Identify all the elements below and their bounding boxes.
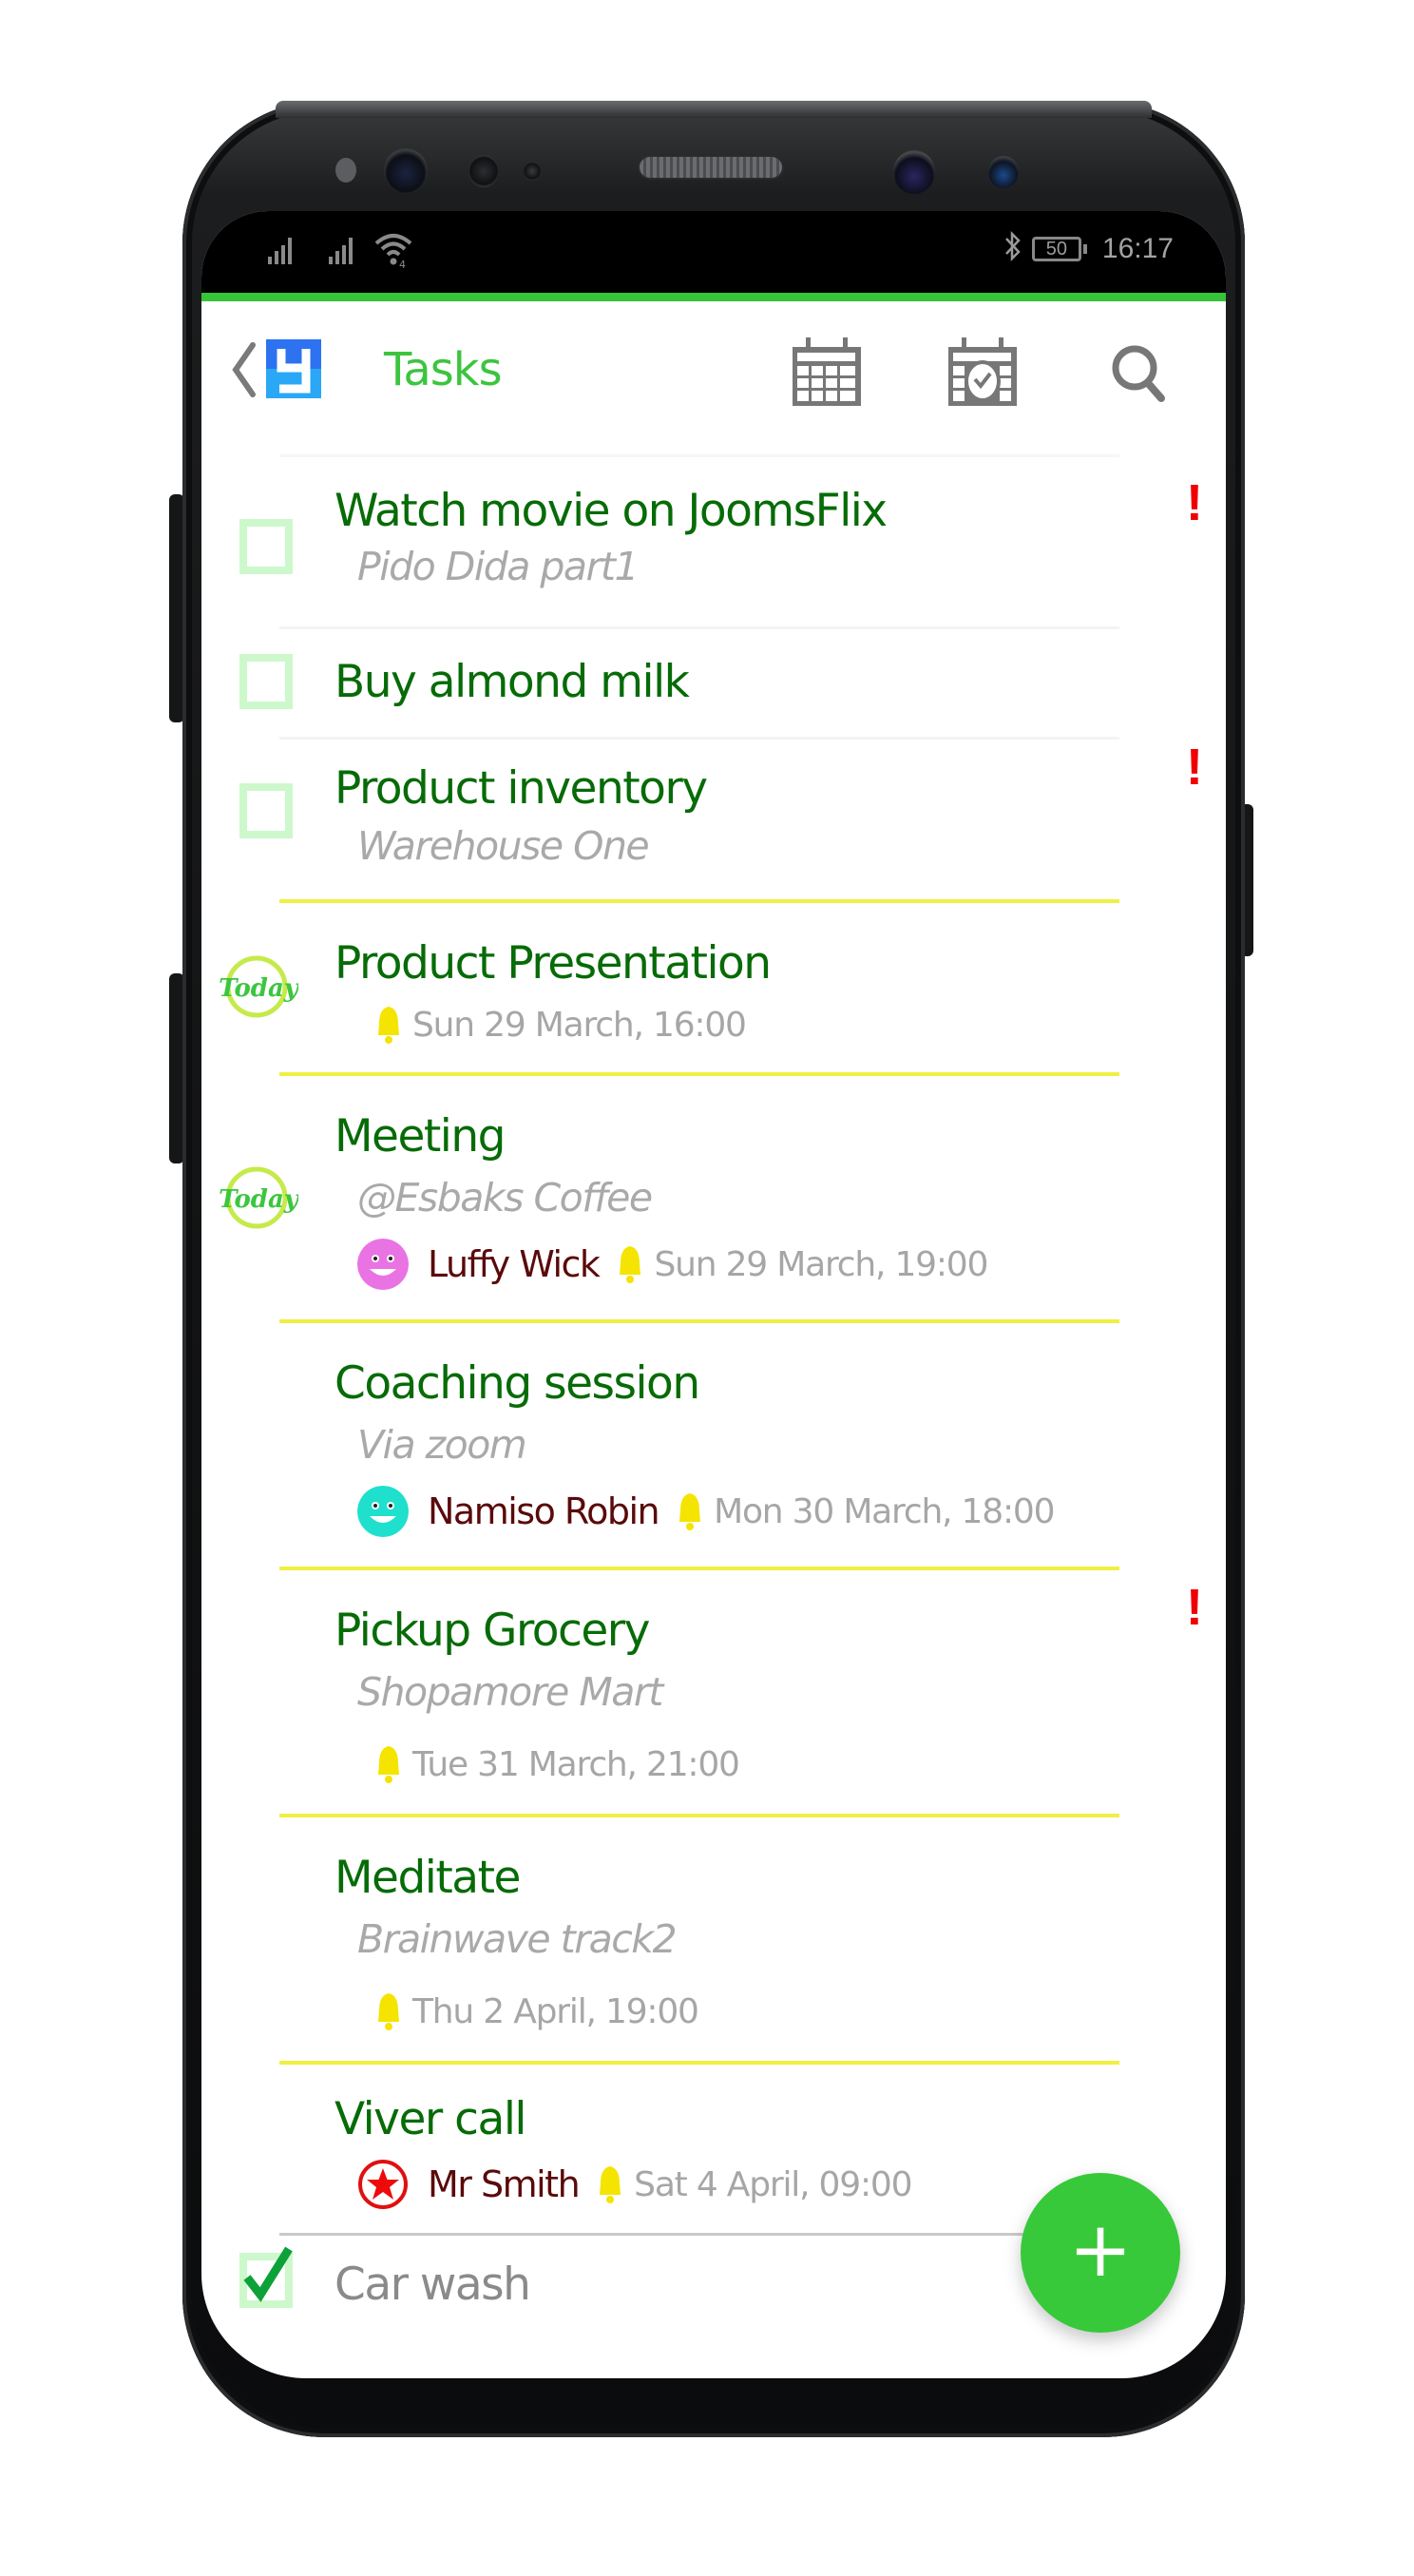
calendar-clock-icon[interactable]	[945, 336, 1021, 412]
front-camera	[893, 150, 935, 194]
reminder-time: Mon 30 March, 18:00	[714, 1491, 1055, 1531]
status-time: 16:17	[1101, 233, 1174, 264]
task-checkbox[interactable]	[239, 519, 293, 574]
proximity-sensor	[335, 158, 356, 183]
bluetooth-icon	[1003, 229, 1022, 270]
task-item[interactable]: Product inventory Warehouse One !	[201, 740, 1226, 903]
task-checkbox[interactable]	[239, 783, 293, 838]
task-meta: Mr Smith Sat 4 April, 09:00	[357, 2158, 913, 2211]
teal-smiley-icon	[357, 1486, 409, 1537]
bell-icon	[620, 1246, 641, 1283]
task-note: Pido Dida part1	[357, 544, 640, 589]
bell-icon	[679, 1493, 701, 1530]
reminder-time: Thu 2 April, 19:00	[412, 1991, 699, 2031]
phone-screen: 4 50 16:17 Tasks Watch movie on JoomsFli…	[201, 211, 1226, 2378]
page-title: Tasks	[384, 343, 503, 396]
reminder-time: Sun 29 March, 16:00	[412, 1005, 747, 1045]
phone-top-rim	[276, 101, 1152, 118]
status-bar: 4 50 16:17	[201, 211, 1226, 293]
bell-icon	[378, 1007, 399, 1044]
chevron-left-icon[interactable]	[228, 339, 260, 400]
task-title: Watch movie on JoomsFlix	[334, 485, 888, 537]
task-checkbox-checked[interactable]	[239, 2246, 293, 2308]
task-title: Buy almond milk	[334, 656, 690, 708]
bell-icon	[600, 2166, 621, 2203]
checkmark-icon	[243, 2246, 293, 2302]
battery-icon: 50	[1031, 237, 1087, 261]
status-right: 50 16:17	[1003, 230, 1174, 268]
priority-icon: !	[1186, 739, 1203, 796]
task-checkbox[interactable]	[239, 654, 293, 709]
search-icon[interactable]	[1102, 336, 1178, 412]
task-meta: Thu 2 April, 19:00	[369, 1985, 699, 2038]
accent-stripe	[201, 293, 1226, 301]
app-bar: Tasks	[201, 301, 1226, 444]
wifi-icon: 4	[374, 234, 412, 268]
battery-level: 50	[1045, 239, 1068, 260]
task-note: Warehouse One	[357, 823, 650, 869]
red-star-icon	[358, 2160, 408, 2209]
task-meta: Tue 31 March, 21:00	[369, 1738, 740, 1791]
priority-icon: !	[1186, 1579, 1203, 1636]
task-item[interactable]: Today Product Presentation Sun 29 March,…	[201, 903, 1226, 1076]
add-task-button[interactable]: +	[1021, 2173, 1180, 2333]
iris-camera	[384, 148, 428, 194]
task-title: Meeting	[334, 1110, 506, 1163]
led-indicator	[524, 162, 541, 181]
task-title: Coaching session	[334, 1357, 700, 1410]
task-item[interactable]: Pickup Grocery Shopamore Mart ! Tue 31 M…	[201, 1570, 1226, 1817]
reminder-time: Sat 4 April, 09:00	[634, 2164, 912, 2204]
task-title: Car wash	[334, 2259, 531, 2311]
task-meta: Namiso Robin Mon 30 March, 18:00	[357, 1485, 1055, 1538]
reminder-time: Tue 31 March, 21:00	[412, 1744, 740, 1784]
earpiece-speaker	[640, 157, 782, 178]
reminder-time: Sun 29 March, 19:00	[654, 1244, 988, 1284]
signal-icon	[268, 238, 292, 264]
contact-name: Mr Smith	[428, 2163, 581, 2205]
iris-scanner	[988, 156, 1019, 188]
task-item[interactable]: Coaching session Via zoom Namiso Robin M…	[201, 1323, 1226, 1570]
task-title: Meditate	[334, 1852, 521, 1904]
task-item[interactable]: Today Meeting @Esbaks Coffee Luffy Wick …	[201, 1076, 1226, 1323]
calendar-icon[interactable]	[789, 336, 865, 412]
task-meta: Luffy Wick Sun 29 March, 19:00	[357, 1238, 988, 1291]
priority-icon: !	[1186, 474, 1203, 531]
task-list: Watch movie on JoomsFlix Pido Dida part1…	[201, 454, 1226, 2350]
contact-name: Luffy Wick	[428, 1243, 601, 1285]
contact-name: Namiso Robin	[428, 1490, 660, 1532]
task-title: Product inventory	[334, 762, 708, 815]
light-sensor	[468, 155, 499, 187]
pink-smiley-icon	[357, 1239, 409, 1290]
task-note: @Esbaks Coffee	[357, 1175, 653, 1221]
signal-icon	[329, 238, 353, 264]
task-item[interactable]: Watch movie on JoomsFlix Pido Dida part1…	[201, 458, 1226, 629]
task-title: Viver call	[334, 2093, 526, 2145]
list-top-divider	[279, 454, 1119, 457]
task-item[interactable]: Buy almond milk	[201, 629, 1226, 740]
svg-text:Today: Today	[219, 974, 298, 1003]
today-badge-icon: Today	[219, 955, 298, 1018]
task-note: Shopamore Mart	[357, 1669, 663, 1715]
task-title: Pickup Grocery	[334, 1605, 650, 1657]
svg-text:Today: Today	[219, 1185, 298, 1214]
bell-icon	[378, 1993, 399, 2030]
task-item[interactable]: Meditate Brainwave track2 Thu 2 April, 1…	[201, 1817, 1226, 2065]
app-logo[interactable]	[266, 339, 321, 398]
bell-icon	[378, 1746, 399, 1783]
today-badge-icon: Today	[219, 1166, 298, 1229]
task-meta: Sun 29 March, 16:00	[369, 998, 747, 1051]
task-title: Product Presentation	[334, 937, 772, 990]
plus-icon: +	[1068, 2205, 1133, 2294]
task-note: Brainwave track2	[357, 1916, 678, 1962]
task-note: Via zoom	[357, 1422, 527, 1468]
svg-text:4: 4	[399, 259, 406, 268]
